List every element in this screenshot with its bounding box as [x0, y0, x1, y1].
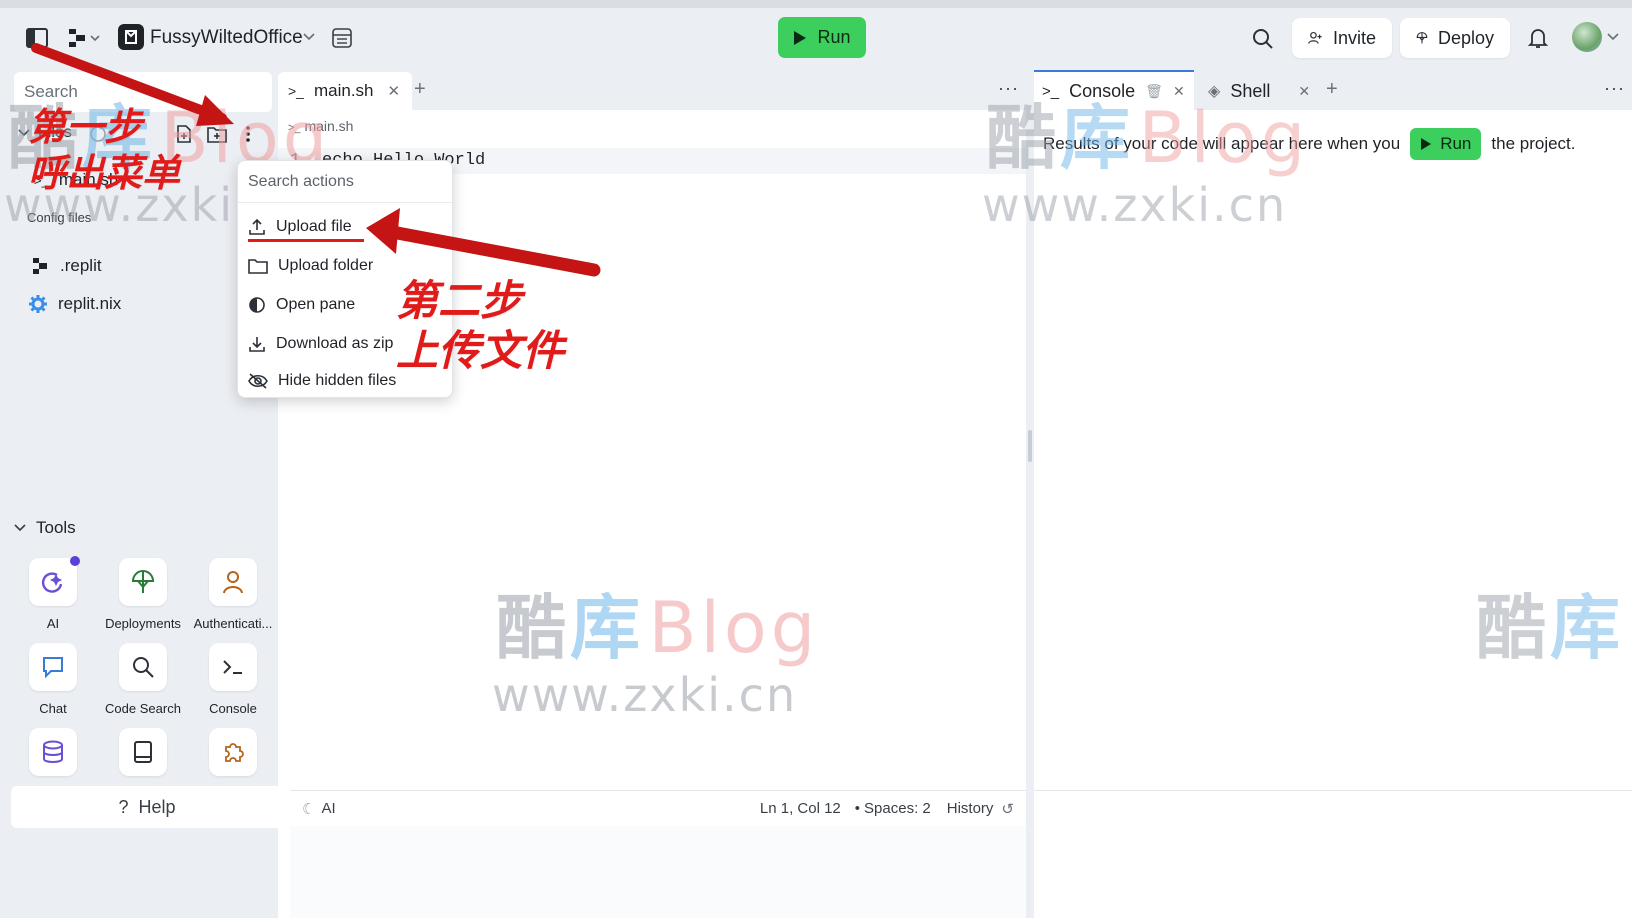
step2-title: 第二步 — [396, 276, 523, 325]
step1-annotation: 第一步 呼出菜单 — [28, 104, 180, 196]
annotation-arrows — [31, 43, 601, 277]
step2-annotation: 第二步 上传文件 — [396, 276, 564, 376]
step1-title: 第一步 — [28, 105, 143, 149]
step1-desc: 呼出菜单 — [28, 151, 181, 195]
step2-arrow — [366, 208, 601, 277]
step2-desc: 上传文件 — [396, 326, 565, 375]
